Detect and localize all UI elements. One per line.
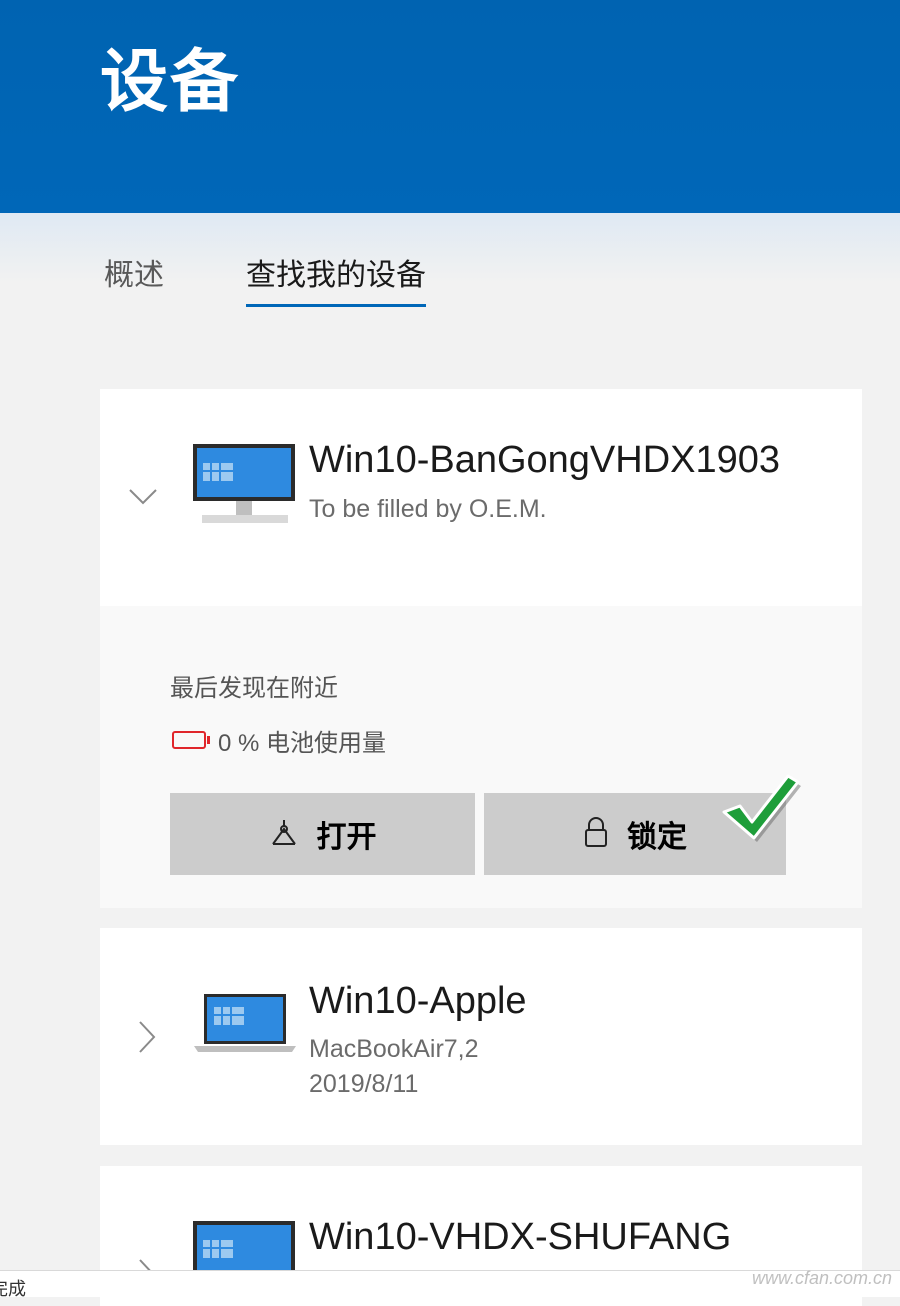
tab-overview[interactable]: 概述 — [104, 250, 164, 304]
desktop-icon — [192, 443, 298, 532]
battery-icon — [172, 731, 210, 749]
device-last-seen-date: 2019/8/11 — [309, 1070, 419, 1098]
battery-status: 0 % 电池使用量 — [172, 725, 387, 757]
ring-icon — [269, 817, 299, 852]
device-name[interactable]: Win10-Apple — [309, 980, 527, 1023]
lock-icon — [583, 816, 609, 853]
lock-button-label: 锁定 — [627, 821, 687, 854]
device-model: To be filled by O.E.M. — [309, 495, 547, 523]
device-card[interactable]: Win10-Apple MacBookAir7,2 2019/8/11 — [100, 928, 862, 1145]
status-text: 完成 — [0, 1279, 26, 1299]
tab-find-my-device[interactable]: 查找我的设备 — [246, 250, 426, 307]
chevron-down-icon[interactable] — [128, 481, 158, 513]
checkmark-icon — [718, 770, 802, 849]
watermark: www.cfan.com.cn — [751, 1268, 892, 1288]
page-title: 设备 — [100, 44, 241, 120]
open-button-label: 打开 — [316, 821, 377, 854]
device-name[interactable]: Win10-BanGongVHDX1903 — [309, 439, 780, 482]
device-model: MacBookAir7,2 — [309, 1035, 479, 1063]
page-header: 设备 — [0, 0, 900, 213]
tab-bar: 概述 查找我的设备 — [0, 250, 900, 307]
chevron-right-icon[interactable] — [132, 1020, 162, 1061]
device-name[interactable]: Win10-VHDX-SHUFANG — [309, 1216, 731, 1259]
battery-text: 0 % 电池使用量 — [218, 729, 387, 757]
open-button[interactable]: 打开 — [170, 793, 475, 875]
last-seen-text: 最后发现在附近 — [170, 675, 338, 702]
laptop-icon — [192, 992, 298, 1059]
